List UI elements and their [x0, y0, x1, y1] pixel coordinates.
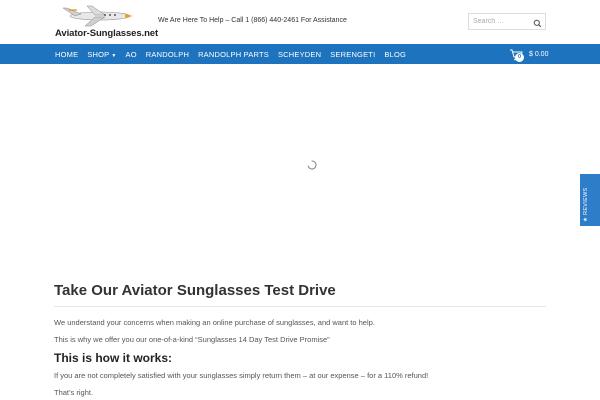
search-button[interactable] [532, 16, 543, 28]
nav-item-blog[interactable]: BLOG [384, 50, 406, 59]
reviews-tab-label: ★ REVIEWS [583, 187, 589, 222]
cart-total: $ 0.00 [529, 50, 549, 58]
nav-item-label: RANDOLPH [145, 49, 190, 59]
cart-link[interactable]: 0 $ 0.00 [509, 47, 549, 62]
page-title: Take Our Aviator Sunglasses Test Drive [54, 282, 336, 299]
search-input[interactable] [469, 14, 531, 29]
nav-item-label: SHOP [87, 49, 110, 59]
loading-spinner-icon [307, 160, 317, 170]
nav-item-label: SCHEYDEN [277, 49, 322, 59]
thats-right-paragraph: That’s right. [54, 388, 94, 397]
nav-item-serengeti[interactable]: SERENGETI [330, 50, 375, 59]
nav-item-randolph-parts[interactable]: RANDOLPH PARTS [198, 50, 269, 59]
promise-paragraph: This is why we offer you our one-of-a-ki… [54, 335, 330, 344]
airplane-icon [62, 5, 133, 27]
refund-paragraph: If you are not completely satisfied with… [54, 371, 429, 380]
search-icon [533, 19, 542, 28]
nav-item-label: AO [125, 49, 137, 59]
nav-item-home[interactable]: HOME [55, 50, 78, 59]
nav-item-label: RANDOLPH PARTS [198, 49, 269, 59]
help-tagline: We Are Here To Help – Call 1 (866) 440-2… [158, 17, 347, 24]
search-box [468, 13, 546, 30]
logo-text: Aviator-Sunglasses.net [55, 28, 159, 39]
reviews-tab[interactable]: ★ REVIEWS [580, 174, 600, 226]
nav-menu: HOME SHOP ▼ AO RANDOLPH RANDOLPH PARTS SC… [55, 44, 415, 64]
title-divider [54, 306, 546, 307]
main-nav: HOME SHOP ▼ AO RANDOLPH RANDOLPH PARTS SC… [0, 44, 600, 64]
nav-item-label: HOME [55, 49, 79, 59]
nav-item-randolph[interactable]: RANDOLPH [146, 50, 189, 59]
cart-count-badge: 0 [515, 53, 524, 62]
nav-item-label: BLOG [384, 49, 407, 59]
nav-item-scheyden[interactable]: SCHEYDEN [278, 50, 321, 59]
nav-item-label: SERENGETI [330, 49, 376, 59]
nav-item-shop[interactable]: SHOP ▼ [87, 50, 116, 59]
intro-paragraph: We understand your concerns when making … [54, 318, 375, 327]
how-it-works-heading: This is how it works: [54, 351, 173, 365]
nav-item-ao[interactable]: AO [126, 50, 137, 59]
chevron-down-icon: ▼ [111, 52, 117, 59]
cart-icon: 0 [509, 48, 524, 62]
main-content: Take Our Aviator Sunglasses Test Drive W… [54, 280, 546, 398]
site-logo[interactable]: Aviator-Sunglasses.net [55, 2, 158, 40]
site-header: Aviator-Sunglasses.net We Are Here To He… [0, 0, 600, 44]
